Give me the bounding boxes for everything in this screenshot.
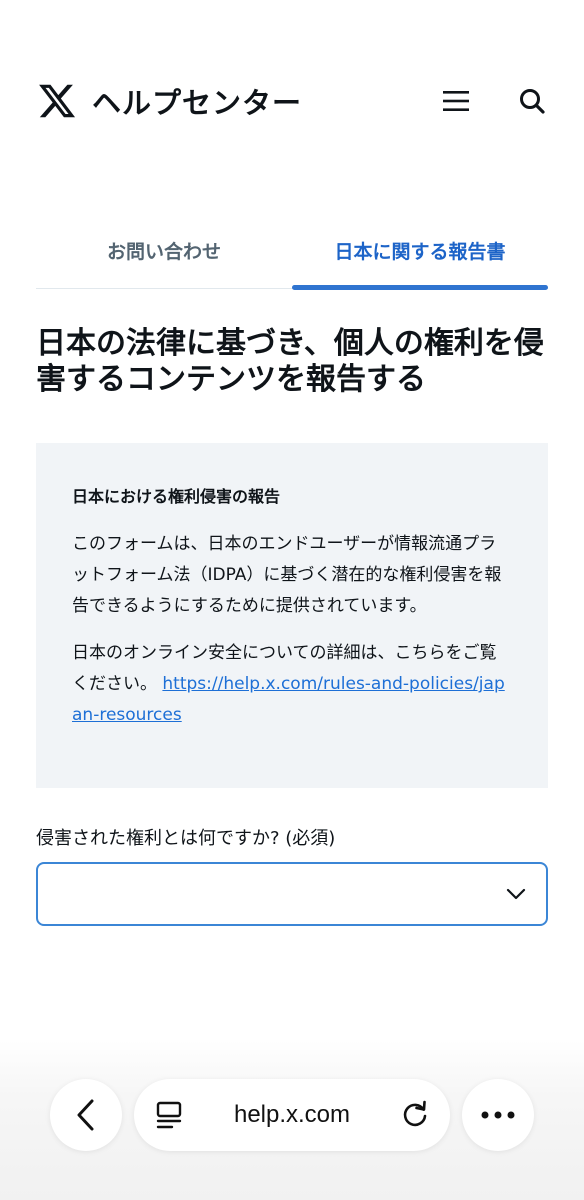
rights-field-label: 侵害された権利とは何ですか? (必須) [36,828,336,849]
info-paragraph-1: このフォームは、日本のエンドユーザーが情報流通プラットフォーム法（IDPA）に基… [72,534,502,616]
hamburger-menu-icon[interactable] [440,85,472,117]
tab-japan-report[interactable]: 日本に関する報告書 [292,212,548,290]
chevron-down-icon [506,885,526,904]
more-icon[interactable] [462,1079,534,1151]
page-title: 日本の法律に基づき、個人の権利を侵害するコンテンツを報告する [36,326,544,397]
back-chevron-icon[interactable] [50,1079,122,1151]
rights-select[interactable] [36,862,548,926]
brand-title[interactable]: ヘルプセンター [92,80,302,122]
search-icon[interactable] [516,85,548,117]
url-bar[interactable]: help.x.com [134,1079,450,1151]
reload-icon[interactable] [400,1100,430,1134]
info-paragraph-2: 日本のオンライン安全についての詳細は、こちらをご覧ください。 https://h… [72,638,512,731]
tab-bar: お問い合わせ 日本に関する報告書 [36,212,548,290]
x-logo-icon[interactable] [36,80,78,122]
header-actions [440,85,548,117]
tab-contact[interactable]: お問い合わせ [36,212,292,288]
site-header: ヘルプセンター [36,70,548,132]
info-box: 日本における権利侵害の報告 このフォームは、日本のエンドユーザーが情報流通プラッ… [36,443,548,788]
info-heading: 日本における権利侵害の報告 [72,487,281,506]
